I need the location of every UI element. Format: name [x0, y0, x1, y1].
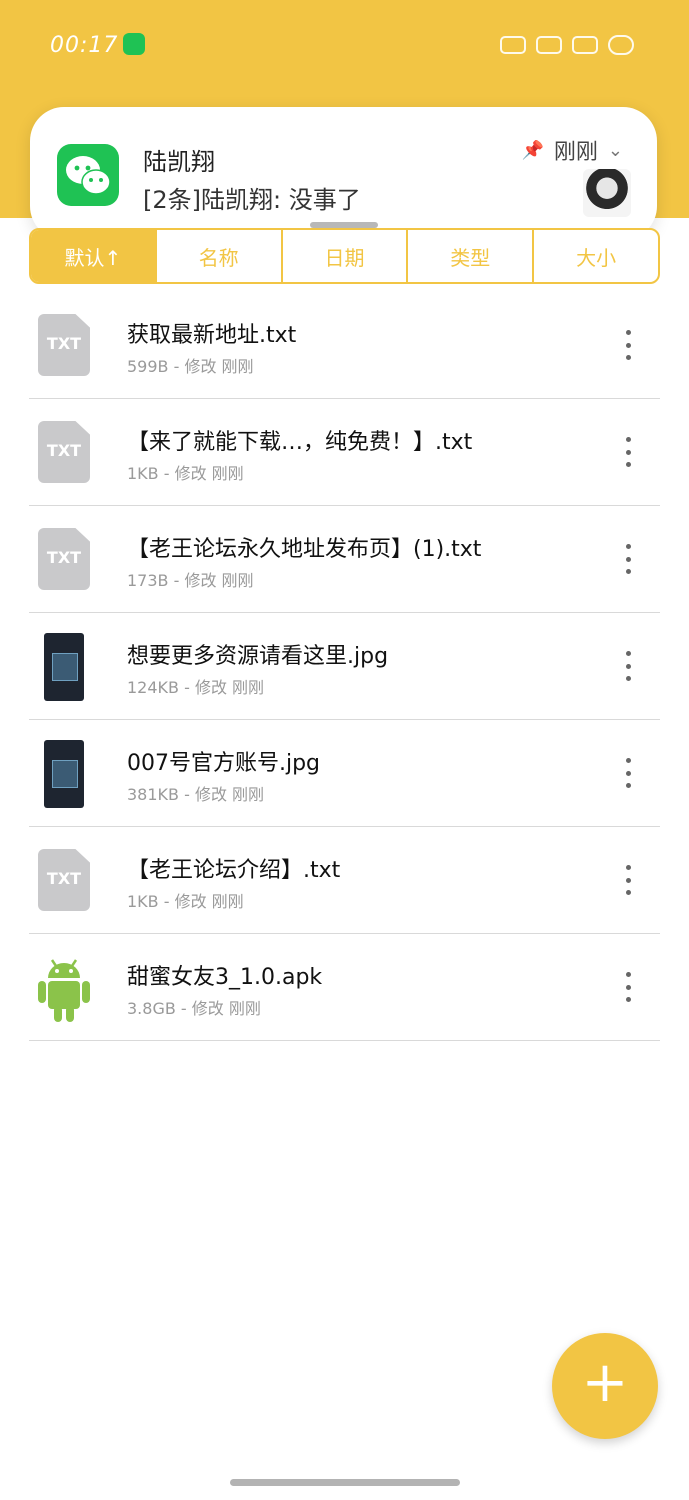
status-bar: 00:17	[0, 0, 689, 90]
tab-sort-default[interactable]: 默认↑	[31, 230, 157, 282]
more-vert-icon[interactable]	[620, 865, 636, 895]
txt-file-icon: TXT	[34, 312, 94, 378]
file-list: TXT 获取最新地址.txt 599B - 修改 刚刚 TXT 【来了就能下载……	[29, 292, 660, 1041]
more-vert-icon[interactable]	[620, 651, 636, 681]
battery-icon	[608, 35, 634, 55]
list-item[interactable]: TXT 【老王论坛永久地址发布页】(1).txt 173B - 修改 刚刚	[29, 506, 660, 613]
signal-icon	[572, 36, 598, 54]
nfc-icon	[500, 36, 526, 54]
wechat-notification[interactable]: 陆凯翔 [2条]陆凯翔: 没事了 📌 刚刚 ⌄	[30, 107, 657, 240]
notification-message: [2条]陆凯翔: 没事了	[143, 186, 361, 214]
file-name: 甜蜜女友3_1.0.apk	[127, 965, 323, 990]
notification-meta: 📌 刚刚 ⌄	[521, 134, 623, 166]
chevron-down-icon[interactable]: ⌄	[608, 140, 623, 161]
file-meta: 124KB - 修改 刚刚	[127, 678, 265, 697]
pin-icon[interactable]: 📌	[521, 140, 543, 161]
file-meta: 173B - 修改 刚刚	[127, 571, 254, 590]
file-meta: 381KB - 修改 刚刚	[127, 785, 265, 804]
tab-sort-type[interactable]: 类型	[408, 230, 535, 282]
file-meta: 1KB - 修改 刚刚	[127, 464, 244, 483]
notification-sender: 陆凯翔	[143, 148, 215, 176]
avatar	[583, 169, 631, 217]
file-name: 获取最新地址.txt	[127, 323, 297, 348]
tab-sort-name[interactable]: 名称	[157, 230, 283, 282]
txt-file-icon: TXT	[34, 847, 94, 913]
more-vert-icon[interactable]	[620, 544, 636, 574]
txt-file-icon: TXT	[34, 419, 94, 485]
more-vert-icon[interactable]	[620, 972, 636, 1002]
status-icons	[500, 33, 634, 57]
file-meta: 1KB - 修改 刚刚	[127, 892, 244, 911]
add-button[interactable]: +	[552, 1333, 658, 1439]
list-item[interactable]: TXT 获取最新地址.txt 599B - 修改 刚刚	[29, 292, 660, 399]
home-indicator[interactable]	[230, 1479, 460, 1486]
file-name: 【来了就能下载…，纯免费！】.txt	[127, 430, 473, 455]
file-name: 【老王论坛介绍】.txt	[127, 858, 341, 883]
list-item[interactable]: 007号官方账号.jpg 381KB - 修改 刚刚	[29, 720, 660, 827]
more-vert-icon[interactable]	[620, 758, 636, 788]
list-item[interactable]: 想要更多资源请看这里.jpg 124KB - 修改 刚刚	[29, 613, 660, 720]
wifi-icon	[536, 36, 562, 54]
file-meta: 599B - 修改 刚刚	[127, 357, 254, 376]
file-name: 【老王论坛永久地址发布页】(1).txt	[127, 537, 482, 562]
tab-sort-date[interactable]: 日期	[283, 230, 409, 282]
android-icon	[34, 954, 94, 1022]
status-time: 00:17	[50, 33, 119, 58]
image-thumbnail	[34, 740, 94, 808]
file-name: 007号官方账号.jpg	[127, 751, 321, 776]
image-thumbnail	[34, 633, 94, 701]
txt-file-icon: TXT	[34, 526, 94, 592]
tab-sort-size[interactable]: 大小	[534, 230, 658, 282]
wechat-icon	[57, 144, 119, 206]
file-name: 想要更多资源请看这里.jpg	[127, 644, 389, 669]
more-vert-icon[interactable]	[620, 437, 636, 467]
more-vert-icon[interactable]	[620, 330, 636, 360]
list-item[interactable]: TXT 【来了就能下载…，纯免费！】.txt 1KB - 修改 刚刚	[29, 399, 660, 506]
wechat-status-icon	[123, 33, 145, 55]
sort-tabs: 默认↑ 名称 日期 类型 大小	[29, 228, 660, 284]
list-item[interactable]: 甜蜜女友3_1.0.apk 3.8GB - 修改 刚刚	[29, 934, 660, 1041]
notification-time: 刚刚	[553, 140, 598, 165]
file-meta: 3.8GB - 修改 刚刚	[127, 999, 261, 1018]
list-item[interactable]: TXT 【老王论坛介绍】.txt 1KB - 修改 刚刚	[29, 827, 660, 934]
